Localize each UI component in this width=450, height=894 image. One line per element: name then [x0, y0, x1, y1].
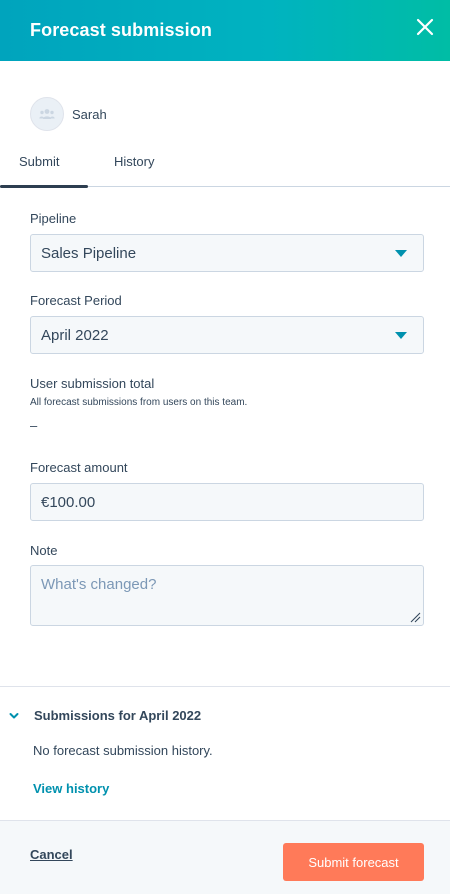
- resize-handle-icon[interactable]: [409, 611, 421, 623]
- caret-down-icon: [395, 332, 407, 339]
- panel-title: Forecast submission: [30, 20, 212, 40]
- team-icon: [39, 109, 55, 119]
- cancel-button[interactable]: Cancel: [30, 847, 73, 862]
- forecast-amount-label: Forecast amount: [30, 460, 128, 475]
- close-icon[interactable]: [414, 16, 436, 38]
- forecast-amount-input[interactable]: [30, 483, 424, 521]
- submissions-toggle[interactable]: Submissions for April 2022: [8, 708, 201, 723]
- note-textarea[interactable]: [30, 565, 424, 626]
- pipeline-label: Pipeline: [30, 211, 77, 226]
- forecast-period-label: Forecast Period: [30, 293, 122, 308]
- user-name: Sarah: [72, 106, 107, 122]
- section-divider: [0, 686, 450, 687]
- avatar: [30, 97, 64, 131]
- forecast-period-select[interactable]: April 2022: [30, 316, 424, 354]
- tab-history[interactable]: History: [114, 154, 154, 169]
- user-submission-total-value: –: [30, 418, 38, 433]
- user-submission-total-label: User submission total: [30, 376, 155, 391]
- submissions-title: Submissions for April 2022: [34, 708, 202, 723]
- forecast-period-select-value: April 2022: [41, 326, 109, 344]
- tab-bar: Submit History: [0, 146, 450, 188]
- panel-header: Forecast submission: [0, 0, 450, 61]
- active-tab-indicator: [0, 185, 88, 188]
- tab-submit[interactable]: Submit: [19, 154, 59, 169]
- chevron-down-icon: [9, 712, 19, 718]
- view-history-link[interactable]: View history: [33, 781, 109, 796]
- user-row: Sarah: [30, 97, 107, 131]
- caret-down-icon: [395, 250, 407, 257]
- note-label: Note: [30, 543, 58, 558]
- pipeline-select[interactable]: Sales Pipeline: [30, 234, 424, 272]
- user-submission-total-description: All forecast submissions from users on t…: [30, 397, 248, 408]
- panel-footer: Cancel Submit forecast: [0, 820, 450, 894]
- submit-forecast-button[interactable]: Submit forecast: [283, 843, 424, 881]
- no-history-text: No forecast submission history.: [33, 743, 213, 758]
- pipeline-select-value: Sales Pipeline: [41, 244, 137, 262]
